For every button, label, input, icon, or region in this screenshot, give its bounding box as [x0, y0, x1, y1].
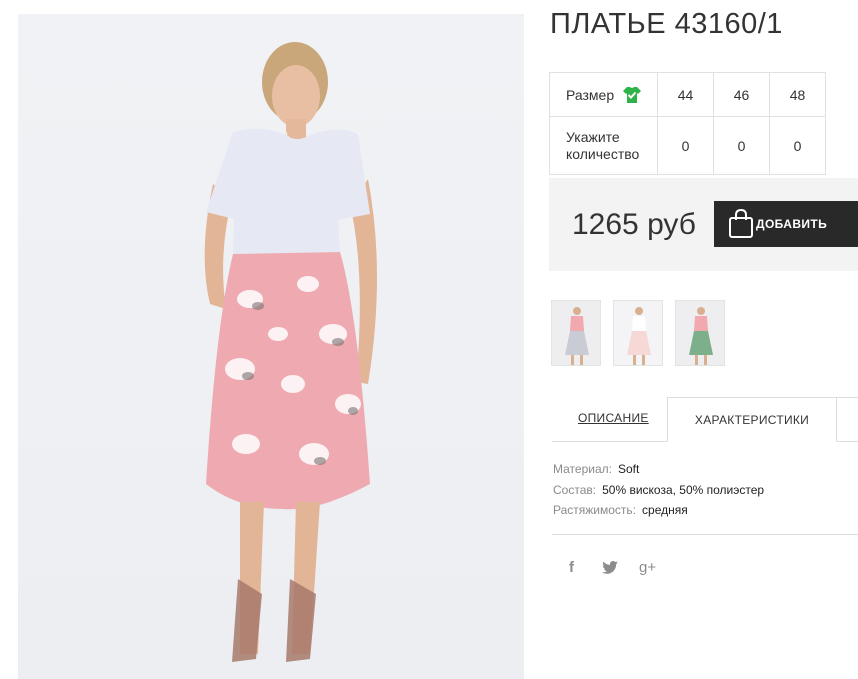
- add-to-cart-button[interactable]: ДОБАВИТЬ: [714, 201, 858, 247]
- price-box: 1265 руб ДОБАВИТЬ: [549, 178, 858, 271]
- spec-value: Soft: [617, 462, 640, 476]
- thumbnail-1[interactable]: [551, 300, 601, 366]
- thumbnail-3[interactable]: [675, 300, 725, 366]
- tab-description[interactable]: ОПИСАНИЕ: [578, 411, 649, 425]
- tabs-top-border: [836, 397, 858, 398]
- spec-label: Растяжимость:: [553, 503, 637, 517]
- spec-stretch: Растяжимость: средняя: [553, 500, 764, 521]
- spec-value: средняя: [642, 503, 688, 517]
- size-46[interactable]: 46: [713, 72, 770, 117]
- spec-label: Материал:: [553, 462, 612, 476]
- product-title: ПЛАТЬЕ 43160/1: [550, 8, 783, 40]
- spec-label: Состав:: [553, 482, 597, 497]
- spec-material: Материал: Soft: [553, 459, 764, 480]
- googleplus-icon[interactable]: g+: [639, 559, 656, 576]
- add-to-cart-label: ДОБАВИТЬ: [756, 217, 828, 231]
- shirt-check-icon[interactable]: [622, 86, 642, 104]
- spec-composition: Состав: 50% вискоза, 50% полиэстер: [553, 480, 764, 501]
- size-table: Размер 44 46 48 Укажите количество 0 0 0: [549, 72, 826, 175]
- tab-characteristics[interactable]: ХАРАКТЕРИСТИКИ: [667, 397, 837, 442]
- quantity-label: Укажите количество: [566, 128, 640, 162]
- facebook-icon[interactable]: f: [569, 559, 574, 576]
- size-48[interactable]: 48: [769, 72, 826, 117]
- thumbnail-2[interactable]: [613, 300, 663, 366]
- twitter-icon[interactable]: [602, 561, 618, 578]
- size-label: Размер: [566, 86, 615, 103]
- quantity-48[interactable]: 0: [769, 116, 826, 175]
- price: 1265 руб: [572, 208, 696, 241]
- specs-list: Материал: Soft Состав: 50% вискоза, 50% по…: [553, 459, 764, 521]
- quantity-46[interactable]: 0: [713, 116, 770, 175]
- specs-divider: [552, 534, 858, 535]
- shopping-bag-icon: [729, 209, 753, 238]
- quantity-44[interactable]: 0: [657, 116, 714, 175]
- product-main-image[interactable]: [18, 14, 524, 679]
- size-44[interactable]: 44: [657, 72, 714, 117]
- spec-value: 50% вискоза, 50% полиэстер: [602, 482, 765, 497]
